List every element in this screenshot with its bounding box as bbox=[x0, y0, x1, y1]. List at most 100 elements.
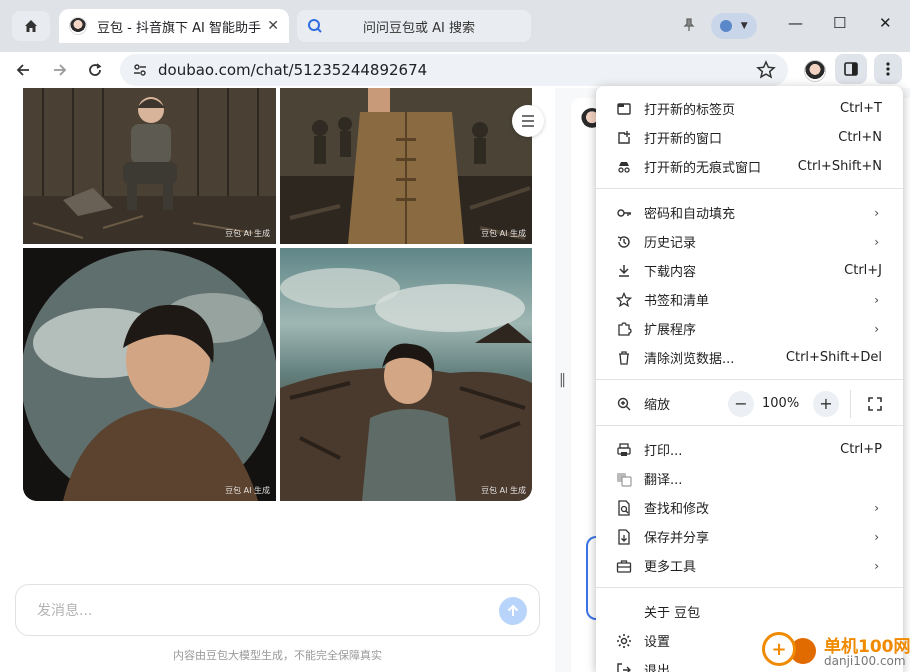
trash-icon bbox=[616, 350, 632, 366]
menu-bookmarks[interactable]: 书签和清单 › bbox=[596, 285, 903, 314]
message-input[interactable]: 发消息... bbox=[15, 584, 540, 636]
puzzle-icon bbox=[616, 321, 632, 337]
menu-new-window[interactable]: 打开新的窗口 Ctrl+N bbox=[596, 123, 903, 152]
address-bar[interactable]: doubao.com/chat/51235244892674 bbox=[120, 54, 788, 86]
tab-close-icon[interactable]: ✕ bbox=[267, 18, 279, 34]
menu-new-tab[interactable]: 打开新的标签页 Ctrl+T bbox=[596, 94, 903, 123]
menu-find-edit[interactable]: 查找和修改 › bbox=[596, 493, 903, 522]
hamburger-icon bbox=[522, 115, 534, 127]
doubao-extension-icon[interactable] bbox=[804, 60, 826, 82]
tab-title: 豆包 - 抖音旗下 AI 智能助手 bbox=[97, 20, 261, 36]
menu-save-share[interactable]: 保存并分享 › bbox=[596, 522, 903, 551]
toolbox-icon bbox=[616, 558, 632, 574]
chevron-right-icon: › bbox=[874, 234, 879, 249]
menu-downloads[interactable]: 下载内容 Ctrl+J bbox=[596, 256, 903, 285]
menu-translate[interactable]: 翻译... bbox=[596, 464, 903, 493]
site-info-icon[interactable] bbox=[132, 62, 148, 78]
child-seated-illustration bbox=[23, 88, 276, 244]
reload-icon bbox=[89, 63, 102, 76]
more-vertical-icon bbox=[886, 62, 890, 76]
forward-button[interactable] bbox=[48, 58, 72, 82]
exit-icon bbox=[616, 662, 632, 672]
side-panel-icon bbox=[844, 62, 858, 76]
download-icon bbox=[616, 263, 632, 279]
child-coat-illustration bbox=[280, 88, 532, 244]
url-text: doubao.com/chat/51235244892674 bbox=[158, 61, 428, 79]
zoom-icon bbox=[616, 396, 632, 412]
side-panel-button[interactable] bbox=[835, 54, 867, 84]
minimize-button[interactable]: — bbox=[788, 14, 803, 32]
image-watermark: 豆包 AI 生成 bbox=[225, 229, 270, 238]
translate-icon bbox=[616, 471, 632, 487]
generated-image[interactable]: 豆包 AI 生成 bbox=[280, 88, 532, 244]
menu-extensions[interactable]: 扩展程序 › bbox=[596, 314, 903, 343]
back-button[interactable] bbox=[11, 58, 35, 82]
profile-button[interactable]: ▼ bbox=[711, 13, 757, 39]
find-document-icon bbox=[616, 499, 632, 516]
menu-clear-data[interactable]: 清除浏览数据... Ctrl+Shift+Del bbox=[596, 343, 903, 372]
send-button[interactable] bbox=[499, 597, 527, 625]
generated-image[interactable]: 豆包 AI 生成 bbox=[23, 248, 276, 501]
reload-button[interactable] bbox=[83, 58, 107, 82]
ai-search-label: 问问豆包或 AI 搜索 bbox=[363, 20, 475, 36]
image-watermark: 豆包 AI 生成 bbox=[225, 486, 270, 495]
browser-menu: 打开新的标签页 Ctrl+T 打开新的窗口 Ctrl+N 打开新的无痕式窗口 C… bbox=[596, 86, 903, 672]
active-tab[interactable]: 豆包 - 抖音旗下 AI 智能助手 ✕ bbox=[59, 9, 289, 43]
tab-strip: 豆包 - 抖音旗下 AI 智能助手 ✕ 问问豆包或 AI 搜索 ▼ — ☐ ✕ bbox=[0, 0, 910, 52]
maximize-button[interactable]: ☐ bbox=[833, 14, 846, 32]
generated-image[interactable]: 豆包 AI 生成 bbox=[23, 88, 276, 244]
menu-passwords[interactable]: 密码和自动填充 › bbox=[596, 198, 903, 227]
menu-more-tools[interactable]: 更多工具 › bbox=[596, 551, 903, 580]
image-watermark: 豆包 AI 生成 bbox=[481, 486, 526, 495]
child-portrait-illustration bbox=[23, 248, 276, 501]
chevron-right-icon: › bbox=[874, 558, 879, 573]
history-icon bbox=[616, 234, 632, 250]
arrow-right-icon bbox=[54, 64, 67, 76]
zoom-in-button[interactable]: + bbox=[813, 390, 839, 417]
image-watermark: 豆包 AI 生成 bbox=[481, 229, 526, 238]
chevron-right-icon: › bbox=[874, 500, 879, 515]
home-button[interactable] bbox=[12, 11, 50, 41]
generated-image[interactable]: 豆包 AI 生成 bbox=[280, 248, 532, 501]
chevron-right-icon: › bbox=[874, 321, 879, 336]
menu-separator bbox=[596, 425, 903, 426]
menu-zoom: 缩放 − 100% + bbox=[596, 389, 903, 418]
menu-history[interactable]: 历史记录 › bbox=[596, 227, 903, 256]
menu-separator bbox=[596, 379, 903, 380]
fullscreen-icon bbox=[868, 396, 882, 411]
bookmark-star-icon[interactable] bbox=[756, 60, 776, 80]
logo-plus-icon: + bbox=[762, 632, 796, 666]
browser-toolbar: doubao.com/chat/51235244892674 bbox=[0, 52, 910, 88]
new-window-icon bbox=[616, 130, 632, 146]
menu-print[interactable]: 打印... Ctrl+P bbox=[596, 435, 903, 464]
chevron-right-icon: › bbox=[874, 529, 879, 544]
menu-separator bbox=[596, 587, 903, 588]
message-placeholder: 发消息... bbox=[37, 603, 93, 619]
doubao-favicon-icon bbox=[69, 17, 87, 35]
generated-image-grid: 豆包 AI 生成 豆包 AI 生成 豆包 AI 生成 豆包 AI 生成 bbox=[23, 88, 532, 501]
zoom-divider bbox=[850, 389, 851, 418]
key-icon bbox=[616, 205, 632, 221]
zoom-out-button[interactable]: − bbox=[728, 390, 754, 417]
child-ruins-illustration bbox=[280, 268, 532, 501]
ai-search-tab[interactable]: 问问豆包或 AI 搜索 bbox=[297, 10, 531, 42]
profile-avatar-icon bbox=[720, 20, 733, 32]
menu-about[interactable]: 关于 豆包 bbox=[596, 597, 903, 626]
chevron-right-icon: › bbox=[874, 205, 879, 220]
printer-icon bbox=[616, 442, 632, 458]
ai-disclaimer: 内容由豆包大模型生成，不能完全保障真实 bbox=[173, 649, 382, 662]
floating-menu-button[interactable] bbox=[512, 105, 544, 137]
menu-incognito[interactable]: 打开新的无痕式窗口 Ctrl+Shift+N bbox=[596, 152, 903, 181]
window-close-button[interactable]: ✕ bbox=[879, 14, 892, 32]
arrow-left-icon bbox=[16, 64, 29, 76]
gear-icon bbox=[616, 633, 632, 649]
chat-pane: 豆包 AI 生成 豆包 AI 生成 豆包 AI 生成 豆包 AI 生成 发消息.… bbox=[0, 88, 555, 672]
incognito-icon bbox=[616, 159, 632, 175]
resize-handle-icon[interactable]: ‖ bbox=[559, 372, 566, 388]
pin-icon[interactable] bbox=[682, 18, 696, 32]
save-share-icon bbox=[616, 528, 632, 545]
fullscreen-button[interactable] bbox=[862, 391, 888, 417]
zoom-level: 100% bbox=[762, 396, 800, 411]
new-tab-icon bbox=[616, 101, 632, 117]
browser-menu-button[interactable] bbox=[874, 54, 902, 84]
